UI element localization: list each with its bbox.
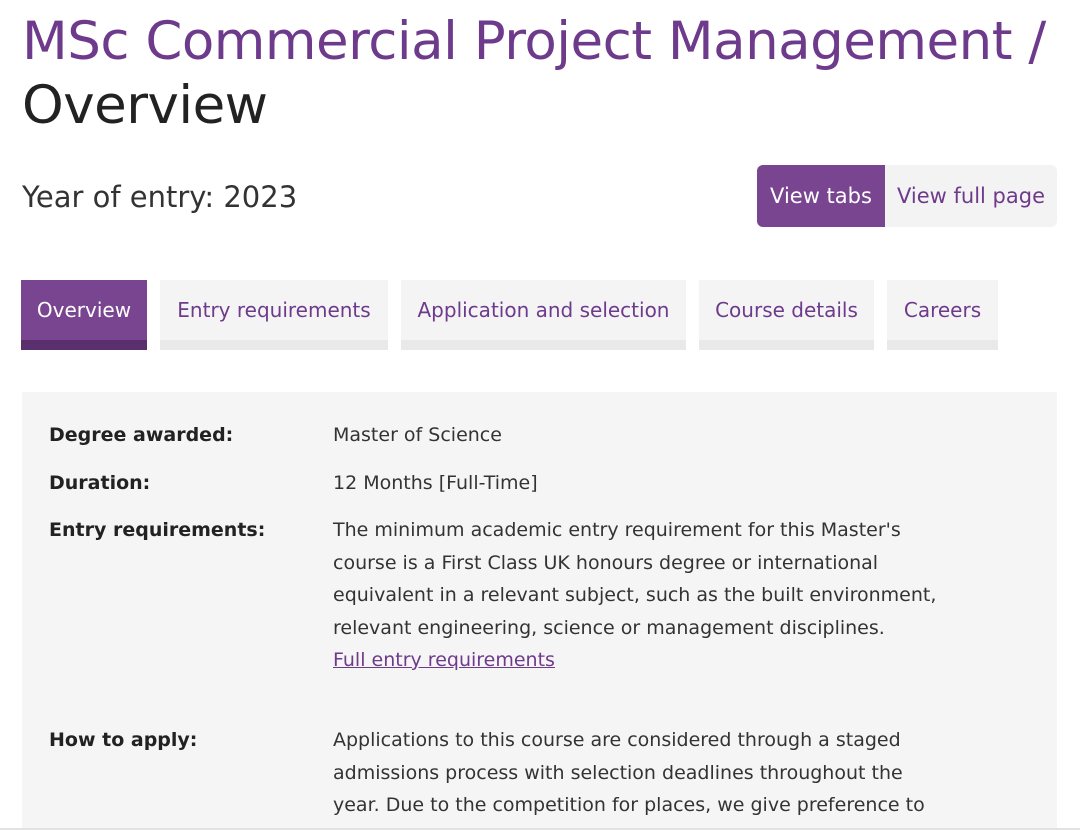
course-summary-panel: Degree awarded: Master of Science Durati… <box>22 392 1057 830</box>
view-mode-toggle: View tabs View full page <box>757 165 1057 227</box>
tab-application-and-selection[interactable]: Application and selection <box>401 280 686 350</box>
entry-requirements-label: Entry requirements: <box>49 519 266 541</box>
tab-entry-requirements[interactable]: Entry requirements <box>160 280 388 350</box>
view-full-page-button[interactable]: View full page <box>885 165 1057 227</box>
tab-careers[interactable]: Careers <box>887 280 998 350</box>
duration-label: Duration: <box>49 472 151 494</box>
entry-requirements-text: The minimum academic entry requirement f… <box>333 519 937 639</box>
breadcrumb: MSc Commercial Project Management / <box>22 11 1046 72</box>
year-of-entry: Year of entry: 2023 <box>22 180 298 214</box>
how-to-apply-label: How to apply: <box>49 729 198 751</box>
page-heading: MSc Commercial Project Management / Over… <box>22 10 1046 138</box>
tab-course-details[interactable]: Course details <box>699 280 874 350</box>
degree-awarded-value: Master of Science <box>333 424 502 446</box>
entry-requirements-value: The minimum academic entry requirement f… <box>333 514 953 677</box>
tab-overview[interactable]: Overview <box>21 280 147 350</box>
degree-awarded-label: Degree awarded: <box>49 424 234 446</box>
page: MSc Commercial Project Management / Over… <box>0 0 1080 830</box>
how-to-apply-value: Applications to this course are consider… <box>333 729 925 816</box>
view-tabs-button[interactable]: View tabs <box>757 165 885 227</box>
duration-value: 12 Months [Full-Time] <box>333 472 538 494</box>
page-title: Overview <box>22 75 268 136</box>
full-entry-requirements-link[interactable]: Full entry requirements <box>333 649 555 671</box>
